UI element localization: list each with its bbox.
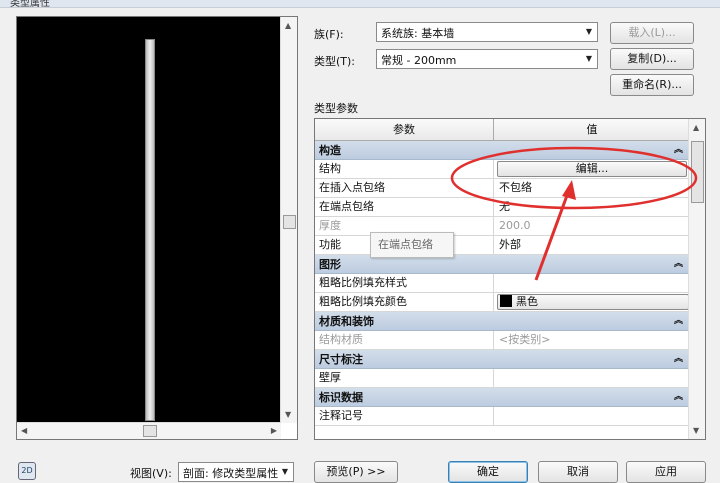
table-row-coarse-pattern[interactable]: 粗略比例填充样式 [315,274,689,293]
table-row-keynote[interactable]: 注释记号 [315,407,689,426]
scroll-up-icon[interactable]: ▲ [693,123,699,132]
param-name: 粗略比例填充样式 [315,274,494,292]
scroll-right-icon[interactable]: ▶ [271,426,277,435]
type-label: 类型(T): [314,55,356,68]
color-swatch-icon [500,295,512,307]
param-value[interactable]: 黑色 [495,293,689,311]
collapse-icon[interactable]: ︽ [674,350,683,369]
param-value: 200.0 [499,219,531,232]
param-value[interactable] [495,274,689,292]
table-row-coarse-color[interactable]: 粗略比例填充颜色 黑色 [315,293,689,312]
param-value[interactable]: 无 [495,198,689,216]
param-value[interactable]: <按类别> [495,331,689,349]
param-value[interactable] [495,407,689,425]
table-header: 参数 值 [315,119,689,141]
scroll-thumb[interactable] [691,141,704,203]
family-select[interactable]: 系统族: 基本墙 ▼ [376,22,598,42]
2d-view-icon[interactable]: 2D [18,462,36,480]
group-construction[interactable]: 构造 ︽ [315,141,689,160]
table-row-structure: 结构 编辑... [315,160,689,179]
view-label: 视图(V): [130,467,172,480]
group-title: 材质和装饰 [319,315,374,328]
dropdown-arrow-icon: ▼ [585,27,593,36]
edit-structure-button[interactable]: 编辑... [497,161,687,177]
table-row-wall-thickness[interactable]: 壁厚 [315,369,689,388]
table-row-wrap-insert[interactable]: 在插入点包络 不包络 [315,179,689,198]
scroll-down-icon[interactable]: ▼ [693,426,699,435]
type-value: 常规 - 200mm [381,54,457,67]
title-bar: 类型属性 [0,0,720,9]
view-value: 剖面: 修改类型属性 [183,467,279,480]
param-name: 注释记号 [315,407,494,425]
param-value[interactable] [495,369,689,387]
family-value: 系统族: 基本墙 [381,27,455,40]
group-identity[interactable]: 标识数据 ︽ [315,388,689,407]
color-name: 黑色 [516,295,538,308]
column-header-value[interactable]: 值 [495,119,689,141]
group-title: 标识数据 [319,391,363,404]
group-title: 图形 [319,258,341,271]
collapse-icon[interactable]: ︽ [674,312,683,331]
param-value[interactable]: 不包络 [495,179,689,197]
scroll-thumb[interactable] [143,425,157,437]
preview-horizontal-scrollbar[interactable]: ◀ ▶ [17,422,281,439]
group-title: 构造 [319,144,341,157]
collapse-icon[interactable]: ︽ [674,255,683,274]
duplicate-button[interactable]: 复制(D)... [610,48,694,70]
type-select[interactable]: 常规 - 200mm ▼ [376,49,598,69]
wall-preview [145,39,155,421]
group-dimensions[interactable]: 尺寸标注 ︽ [315,350,689,369]
dropdown-arrow-icon: ▼ [281,467,289,476]
family-label: 族(F): [314,28,344,41]
tooltip: 在端点包络 [370,232,454,258]
scroll-thumb[interactable] [283,215,296,229]
table-row-structural-material[interactable]: 结构材质 <按类别> [315,331,689,350]
scroll-down-icon[interactable]: ▼ [285,410,291,419]
group-title: 尺寸标注 [319,353,363,366]
preview-canvas[interactable] [17,17,281,423]
param-name: 壁厚 [315,369,494,387]
param-name: 在端点包络 [315,198,494,216]
preview-vertical-scrollbar[interactable]: ▲ ▼ [280,17,297,423]
view-select[interactable]: 剖面: 修改类型属性 ▼ [178,462,294,482]
scroll-up-icon[interactable]: ▲ [285,21,291,30]
scroll-left-icon[interactable]: ◀ [21,426,27,435]
column-header-parameter[interactable]: 参数 [315,119,494,141]
table-row-wrap-end[interactable]: 在端点包络 无 [315,198,689,217]
group-materials[interactable]: 材质和装饰 ︽ [315,312,689,331]
param-name: 在插入点包络 [315,179,494,197]
param-name: 结构 [315,160,494,178]
color-picker-button[interactable]: 黑色 [497,294,689,310]
collapse-icon[interactable]: ︽ [674,388,683,407]
preview-pane: ▲ ▼ ◀ ▶ [16,16,298,440]
param-name: 结构材质 [315,331,494,349]
parameter-table: 参数 值 构造 ︽ 结构 编辑... 在插入点包络 不包络 在端点包络 无 厚度… [314,118,706,440]
param-name: 粗略比例填充颜色 [315,293,494,311]
dropdown-arrow-icon: ▼ [585,54,593,63]
load-button[interactable]: 载入(L)... [610,22,694,44]
type-parameters-title: 类型参数 [314,102,358,115]
param-value[interactable]: 外部 [495,236,689,254]
rename-button[interactable]: 重命名(R)... [610,74,694,96]
param-value: 编辑... [495,160,689,178]
window-title: 类型属性 [10,0,50,9]
collapse-icon[interactable]: ︽ [674,141,683,160]
table-vertical-scrollbar[interactable]: ▲ ▼ [688,119,705,439]
